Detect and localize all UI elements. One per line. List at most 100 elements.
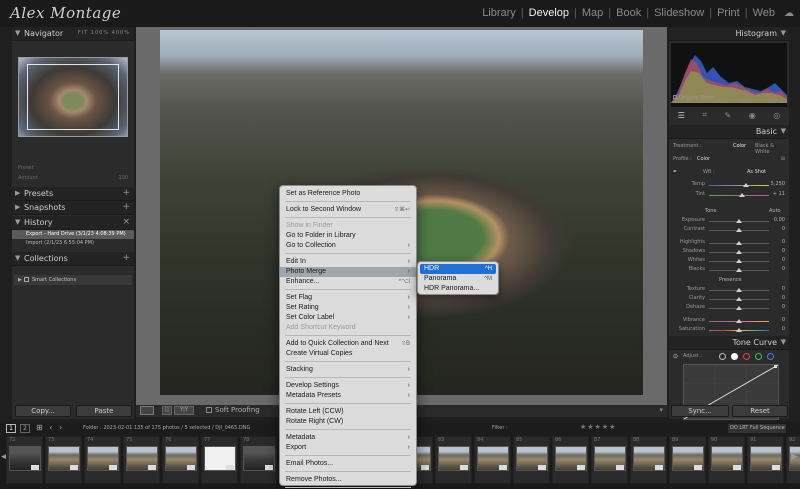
wb-select[interactable]: As Shot xyxy=(747,169,766,175)
menu-item-email-photos[interactable]: Email Photos... xyxy=(280,459,416,469)
slider-value[interactable]: 0 xyxy=(782,317,785,323)
secondary-window-button[interactable]: 2 xyxy=(20,424,30,433)
submenu-item-panorama[interactable]: Panorama ^M xyxy=(420,274,496,284)
menu-item-set-flag[interactable]: Set Flag › xyxy=(280,293,416,303)
slider-knob[interactable] xyxy=(736,228,742,232)
treatment-bw-option[interactable]: Black & White xyxy=(755,143,785,155)
menu-item-photo-merge[interactable]: Photo Merge › xyxy=(280,267,416,277)
navigator-view-box[interactable] xyxy=(27,64,119,130)
copy-settings-button[interactable]: Copy... xyxy=(15,405,71,417)
paste-settings-button[interactable]: Paste xyxy=(76,405,132,417)
primary-window-button[interactable]: 1 xyxy=(6,424,16,433)
filmstrip-cell[interactable]: 76 xyxy=(162,436,199,484)
target-adjust-icon[interactable]: ⊙ xyxy=(673,353,678,360)
slider-clarity[interactable]: Clarity 0 xyxy=(673,295,785,303)
slider-knob[interactable] xyxy=(736,241,742,245)
slider-texture[interactable]: Texture 0 xyxy=(673,286,785,294)
slider-knob[interactable] xyxy=(736,268,742,272)
slider-value[interactable]: + 11 xyxy=(773,191,785,197)
original-photo-toggle[interactable]: Original Photo xyxy=(673,95,714,101)
history-item[interactable]: Export - Hard Drive (3/1/23 4:08:39 PM) xyxy=(12,230,134,239)
filmstrip-cell[interactable]: 83 xyxy=(435,436,472,484)
menu-item-set-color-label[interactable]: Set Color Label › xyxy=(280,313,416,323)
navigator-preview[interactable] xyxy=(18,57,128,137)
menu-item-rotate-right-cw[interactable]: Rotate Right (CW) xyxy=(280,417,416,427)
slider-highlights[interactable]: Highlights 0 xyxy=(673,239,785,247)
soft-proofing-toggle[interactable]: Soft Proofing xyxy=(206,406,260,414)
loupe-view-button[interactable] xyxy=(140,406,154,415)
grid-nav-icons[interactable]: ⊞ ‹ › xyxy=(36,423,64,432)
add-preset-icon[interactable]: + xyxy=(122,188,130,198)
basic-header[interactable]: Basic ▼ xyxy=(669,125,789,139)
menu-item-export[interactable]: Export › xyxy=(280,443,416,453)
eyedropper-icon[interactable]: ✒ xyxy=(673,169,677,175)
snapshots-header[interactable]: ▶ Snapshots + xyxy=(12,201,134,215)
menu-item-enhance[interactable]: Enhance... ^⌥I xyxy=(280,277,416,287)
slider-knob[interactable] xyxy=(736,319,742,323)
sync-button[interactable]: Sync... xyxy=(671,405,729,417)
cloud-icon[interactable]: ☁ xyxy=(784,8,794,19)
green-channel-icon[interactable] xyxy=(755,353,762,360)
module-develop[interactable]: Develop xyxy=(524,7,574,19)
masking-icon[interactable]: ◎ xyxy=(773,111,780,120)
parametric-curve-icon[interactable] xyxy=(719,353,726,360)
before-after-mode-button[interactable]: Y|Y xyxy=(174,406,194,415)
slider-contrast[interactable]: Contrast 0 xyxy=(673,226,785,234)
slider-tint[interactable]: Tint + 11 xyxy=(673,191,785,199)
module-book[interactable]: Book xyxy=(611,7,646,19)
filmstrip-cell[interactable]: 72 xyxy=(6,436,43,484)
slider-value[interactable]: 5,250 xyxy=(771,181,785,187)
slider-knob[interactable] xyxy=(736,250,742,254)
slider-value[interactable]: 0 xyxy=(782,295,785,301)
module-print[interactable]: Print xyxy=(712,7,745,19)
filmstrip-cell[interactable]: 91 xyxy=(747,436,784,484)
filmstrip-cell[interactable]: 84 xyxy=(474,436,511,484)
smart-collections-item[interactable]: ▶ Smart Collections xyxy=(14,275,132,285)
filmstrip-cell[interactable]: 73 xyxy=(45,436,82,484)
slider-value[interactable]: 0 xyxy=(782,326,785,332)
slider-value[interactable]: 0 xyxy=(782,266,785,272)
reset-button[interactable]: Reset xyxy=(732,405,788,417)
slider-dehaze[interactable]: Dehaze 0 xyxy=(673,304,785,312)
filmstrip-cell[interactable]: 87 xyxy=(591,436,628,484)
slider-track[interactable] xyxy=(709,185,769,186)
clear-history-icon[interactable]: × xyxy=(122,217,130,227)
menu-item-lock-to-second-window[interactable]: Lock to Second Window ⇧⌘↩ xyxy=(280,205,416,215)
filmstrip-cell[interactable]: 78 xyxy=(240,436,277,484)
slider-shadows[interactable]: Shadows 0 xyxy=(673,248,785,256)
menu-item-develop-settings[interactable]: Develop Settings › xyxy=(280,381,416,391)
navigator-zoom[interactable]: FIT 100% 400% xyxy=(78,30,130,36)
menu-item-set-rating[interactable]: Set Rating › xyxy=(280,303,416,313)
before-after-button[interactable]: ◫ xyxy=(162,406,172,415)
filmstrip-cell[interactable]: 90 xyxy=(708,436,745,484)
menu-item-create-virtual-copies[interactable]: Create Virtual Copies xyxy=(280,349,416,359)
add-collection-icon[interactable]: + xyxy=(122,253,130,263)
filmstrip-scroll-right-icon[interactable]: ▶ xyxy=(791,452,798,462)
navigator-header[interactable]: ▼ Navigator FIT 100% 400% xyxy=(12,27,134,41)
slider-saturation[interactable]: Saturation 0 xyxy=(673,326,785,334)
toolbar-menu-icon[interactable]: ▾ xyxy=(659,406,663,414)
slider-knob[interactable] xyxy=(736,288,742,292)
blue-channel-icon[interactable] xyxy=(767,353,774,360)
sliders-icon[interactable]: ☰ xyxy=(678,111,685,120)
slider-value[interactable]: 0 xyxy=(782,239,785,245)
slider-value[interactable]: 0 xyxy=(782,226,785,232)
slider-knob[interactable] xyxy=(736,297,742,301)
slider-knob[interactable] xyxy=(739,193,745,197)
filmstrip-source[interactable]: Folder : 2023-02-01 135 of 175 photos / … xyxy=(83,425,250,431)
menu-item-stacking[interactable]: Stacking › xyxy=(280,365,416,375)
healing-icon[interactable]: ✎ xyxy=(724,111,731,120)
slider-knob[interactable] xyxy=(736,328,742,332)
menu-item-remove-photos[interactable]: Remove Photos... xyxy=(280,475,416,485)
module-slideshow[interactable]: Slideshow xyxy=(649,7,709,19)
slider-knob[interactable] xyxy=(736,219,742,223)
menu-item-edit-in[interactable]: Edit In › xyxy=(280,257,416,267)
slider-whites[interactable]: Whites 0 xyxy=(673,257,785,265)
filmstrip-cell[interactable]: 75 xyxy=(123,436,160,484)
slider-knob[interactable] xyxy=(736,259,742,263)
collections-header[interactable]: ▼ Collections + xyxy=(12,252,134,266)
slider-exposure[interactable]: Exposure 0.00 xyxy=(673,217,785,225)
red-eye-icon[interactable]: ◉ xyxy=(749,111,756,120)
curve-point[interactable] xyxy=(774,365,777,368)
history-item[interactable]: Import (2/1/23 6:55:04 PM) xyxy=(12,239,134,248)
